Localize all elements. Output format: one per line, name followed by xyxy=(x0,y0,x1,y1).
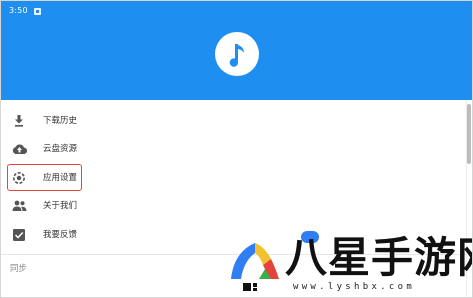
cloud-upload-icon xyxy=(11,141,27,157)
menu-item-label: 关于我们 xyxy=(43,201,78,211)
menu-item-label: 云盘资源 xyxy=(43,144,78,154)
watermark-url: www.lyshbx.com xyxy=(293,282,416,292)
app-window: 3:50 下载历史 云盘资源 应用设置 关于我们 我要反馈 同步 八星手游 ww… xyxy=(0,0,473,298)
notification-square-icon xyxy=(33,7,41,15)
status-time: 3:50 xyxy=(9,6,28,15)
drawer-header: 3:50 xyxy=(1,1,472,100)
menu-item-feedback[interactable]: 我要反馈 xyxy=(5,221,225,249)
menu-item-cloud-resources[interactable]: 云盘资源 xyxy=(5,135,225,163)
watermark-text: 八星手游网 xyxy=(285,233,472,282)
watermark: 八星手游网 www.lyshbx.com xyxy=(223,233,472,297)
scrollbar[interactable] xyxy=(467,104,471,164)
menu-item-download-history[interactable]: 下载历史 xyxy=(5,107,225,135)
status-bar: 3:50 xyxy=(9,5,41,17)
music-note-icon xyxy=(215,32,259,76)
highlight-box xyxy=(7,164,82,191)
menu-item-label: 我要反馈 xyxy=(43,230,78,240)
section-label-sync: 同步 xyxy=(10,264,28,274)
watermark-logo-icon xyxy=(231,243,279,293)
menu-item-about-us[interactable]: 关于我们 xyxy=(5,192,225,220)
download-icon xyxy=(11,113,27,129)
menu-item-label: 下载历史 xyxy=(43,116,78,126)
people-icon xyxy=(11,198,27,214)
feedback-icon xyxy=(11,227,27,243)
